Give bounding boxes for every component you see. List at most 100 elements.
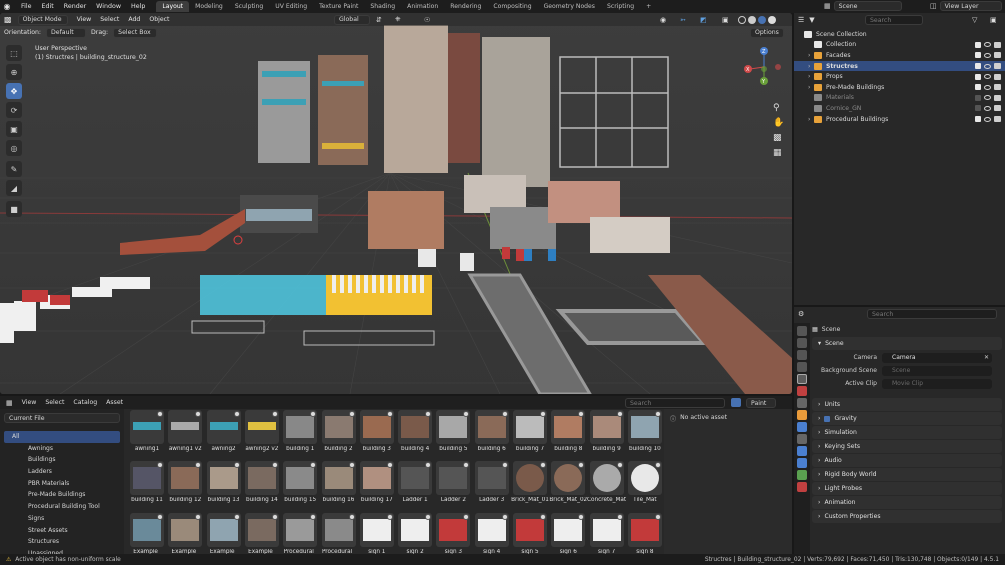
properties-editor-icon[interactable]: ⚙ [798, 310, 804, 318]
material-tab-icon[interactable] [797, 482, 807, 492]
asset-tile[interactable]: building 1 [283, 410, 320, 453]
tab-scripting[interactable]: Scripting [601, 1, 640, 12]
outliner-item-collection[interactable]: Collection [794, 40, 1005, 51]
asset-options-icon[interactable] [501, 411, 508, 417]
asset-options-icon[interactable] [271, 514, 278, 520]
menu-file[interactable]: File [16, 0, 37, 13]
asset-options-icon[interactable] [271, 411, 278, 417]
tab-uv-editing[interactable]: UV Editing [269, 1, 313, 12]
eye-icon[interactable] [984, 84, 991, 90]
asset-options-icon[interactable] [310, 411, 317, 417]
catalog-ladders[interactable]: Ladders [4, 466, 120, 478]
exclude-checkbox[interactable] [975, 52, 981, 59]
measure-tool-icon[interactable]: ◢ [6, 180, 22, 196]
asset-tile[interactable]: Example_ [206, 513, 244, 554]
data-tab-icon[interactable] [797, 470, 807, 480]
asset-options-icon[interactable] [463, 514, 470, 520]
collection-tab-icon[interactable] [797, 398, 807, 408]
viewport-menu-select[interactable]: Select [100, 16, 119, 23]
filter-icon[interactable]: ▽ [972, 16, 977, 24]
tab-compositing[interactable]: Compositing [487, 1, 537, 12]
asset-tile[interactable]: sign 4 [474, 513, 512, 554]
asset-options-icon[interactable] [271, 462, 278, 468]
outliner-item-cornice-gn[interactable]: Cornice_GN [794, 103, 1005, 114]
tab-geometry-nodes[interactable]: Geometry Nodes [538, 1, 601, 12]
outliner-item-pre-made-buildings[interactable]: › Pre-Made Buildings [794, 82, 1005, 93]
asset-tile[interactable]: building 3 [359, 410, 397, 453]
asset-tile[interactable]: Brick_Mat_01 [511, 461, 550, 504]
asset-tile[interactable]: Example_ [244, 513, 282, 554]
menu-edit[interactable]: Edit [37, 0, 59, 13]
options-dropdown[interactable]: Options [750, 27, 784, 38]
catalog-all[interactable]: All [4, 431, 120, 443]
scene-tab-icon[interactable] [797, 374, 807, 384]
asset-tile[interactable]: sign 6 [551, 513, 588, 554]
modifier-tab-icon[interactable] [797, 422, 807, 432]
asset-options-icon[interactable] [654, 514, 661, 520]
view-layer-selector[interactable]: View Layer [939, 1, 1002, 11]
asset-tile[interactable]: building 16 [321, 461, 359, 504]
menu-help[interactable]: Help [126, 0, 150, 13]
panel-audio[interactable]: › Audio [812, 454, 1002, 467]
rotate-tool-icon[interactable]: ⟳ [6, 102, 22, 118]
asset-menu-asset[interactable]: Asset [106, 399, 123, 406]
camera-icon[interactable] [994, 73, 1001, 80]
asset-options-icon[interactable] [195, 411, 202, 417]
eye-icon[interactable] [984, 63, 991, 69]
asset-tile[interactable]: awning1 [130, 410, 167, 453]
eye-icon[interactable] [984, 42, 991, 48]
asset-tile[interactable]: building 17 [359, 461, 397, 504]
asset-options-icon[interactable] [157, 462, 163, 468]
display-mode-icon[interactable]: ▼ [809, 16, 814, 24]
camera-icon[interactable] [994, 116, 1001, 123]
asset-options-icon[interactable] [425, 462, 432, 468]
tool-tab-icon[interactable] [797, 326, 807, 336]
tab-modeling[interactable]: Modeling [189, 1, 229, 12]
asset-tile[interactable]: awning2 v2 [244, 410, 282, 453]
scale-tool-icon[interactable]: ▣ [6, 121, 22, 137]
render-tab-icon[interactable] [797, 338, 807, 348]
select-box-tool-icon[interactable]: ⬚ [6, 45, 22, 61]
asset-options-icon[interactable] [425, 411, 432, 417]
rendered-shading-icon[interactable] [768, 15, 776, 24]
asset-options-icon[interactable] [540, 514, 546, 520]
world-tab-icon[interactable] [797, 386, 807, 396]
asset-options-icon[interactable] [540, 411, 546, 417]
solid-shading-icon[interactable] [748, 15, 756, 24]
outliner-search[interactable]: Search [865, 15, 923, 25]
asset-tile[interactable]: sign 5 [513, 513, 550, 554]
asset-tile[interactable]: building 7 [513, 410, 550, 453]
blender-logo-icon[interactable]: ◉ [0, 0, 14, 13]
asset-options-icon[interactable] [578, 411, 585, 417]
paint-mode-button[interactable]: Paint [746, 398, 776, 408]
panel-rigid-body-world[interactable]: › Rigid Body World [812, 468, 1002, 481]
asset-tile[interactable]: building 15 [283, 461, 320, 504]
camera-view-icon[interactable]: ▩ [773, 133, 784, 143]
asset-tile[interactable]: Tile_Mat [627, 461, 662, 504]
tab-animation[interactable]: Animation [401, 1, 444, 12]
asset-tile[interactable]: sign 8 [627, 513, 662, 554]
viewport-scene[interactable] [0, 13, 792, 394]
object-tab-icon[interactable] [797, 410, 807, 420]
panel-keying-sets[interactable]: › Keying Sets [812, 440, 1002, 453]
clear-camera-icon[interactable]: ✕ [984, 354, 989, 361]
camera-icon[interactable] [994, 52, 1001, 59]
library-selector[interactable]: Current File [4, 413, 120, 423]
asset-options-icon[interactable] [195, 462, 202, 468]
eye-icon[interactable] [984, 105, 991, 111]
asset-options-icon[interactable] [501, 514, 508, 520]
background-scene-field[interactable]: Scene [882, 365, 992, 376]
asset-tile[interactable]: building 8 [551, 410, 588, 453]
exclude-checkbox[interactable] [975, 116, 981, 123]
exclude-checkbox[interactable] [975, 41, 981, 48]
asset-tile[interactable]: building 11 [130, 461, 167, 504]
catalog-pbr-materials[interactable]: PBR Materials [4, 478, 120, 490]
particles-tab-icon[interactable] [797, 434, 807, 444]
asset-options-icon[interactable] [578, 514, 585, 520]
asset-settings-icon[interactable] [731, 398, 741, 407]
menu-render[interactable]: Render [59, 0, 91, 13]
viewport-menu-view[interactable]: View [77, 16, 92, 23]
catalog-signs[interactable]: Signs [4, 513, 120, 525]
asset-options-icon[interactable] [233, 462, 240, 468]
asset-options-icon[interactable] [386, 411, 393, 417]
